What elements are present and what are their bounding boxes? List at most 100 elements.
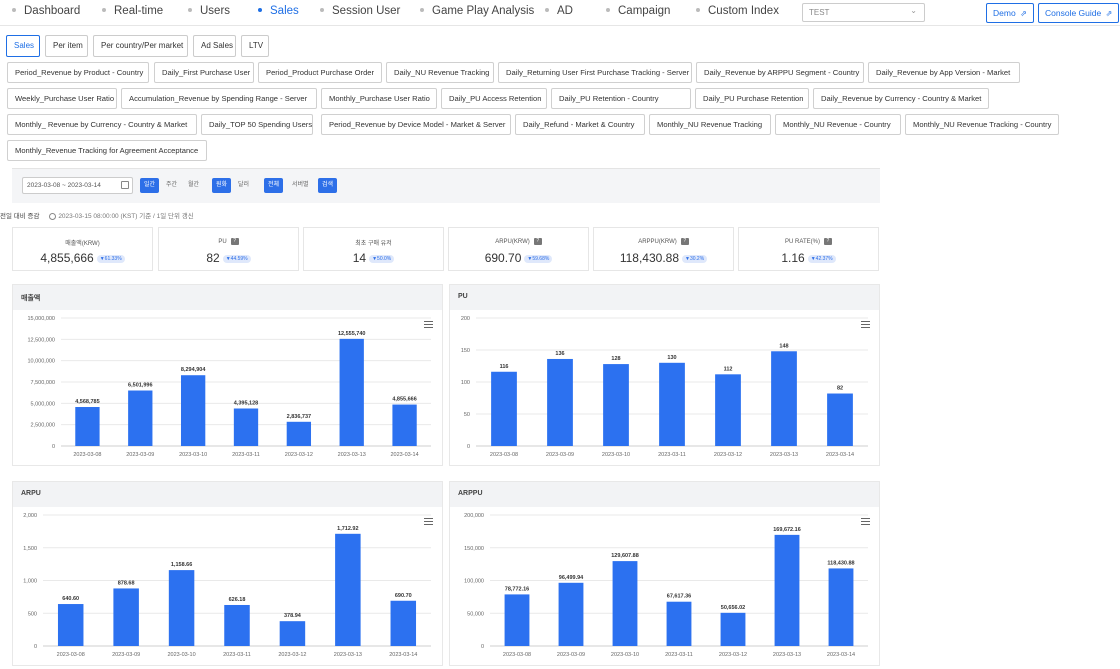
kpi-value-text: 690.70 bbox=[484, 251, 522, 265]
filter-period-button[interactable]: 주간 bbox=[162, 178, 181, 193]
nav-item-game-play-analysis[interactable]: Game Play Analysis bbox=[420, 5, 534, 17]
nav-item-real-time[interactable]: Real-time bbox=[102, 5, 163, 17]
kpi-label-text: ARPU(KRW) bbox=[495, 239, 530, 246]
kpi-value-text: 118,430.88 bbox=[619, 251, 680, 265]
y-tick-label: 1,500 bbox=[23, 546, 37, 552]
nav-item-label: Custom Index bbox=[708, 5, 779, 17]
bar bbox=[491, 371, 517, 446]
nav-item-sales[interactable]: Sales bbox=[258, 5, 299, 17]
report-button[interactable]: Daily_Refund - Market & Country bbox=[515, 114, 645, 135]
y-tick-label: 100,000 bbox=[464, 579, 484, 585]
bar-value-label: 50,656.02 bbox=[721, 605, 745, 611]
report-button[interactable]: Daily_PU Purchase Retention bbox=[695, 88, 809, 109]
kpi-card: 최초 구매 유저 14 ▼50.0% bbox=[303, 227, 444, 271]
chart-title: PU bbox=[450, 285, 879, 310]
report-button[interactable]: Monthly_Revenue Tracking for Agreement A… bbox=[7, 140, 207, 161]
report-button[interactable]: Weekly_Purchase User Ratio bbox=[7, 88, 117, 109]
tab-sales[interactable]: Sales bbox=[6, 35, 40, 57]
bar-value-label: 1,158.66 bbox=[171, 562, 192, 568]
report-button[interactable]: Accumulation_Revenue by Spending Range -… bbox=[121, 88, 317, 109]
bar-value-label: 118,430.88 bbox=[827, 560, 854, 566]
report-button[interactable]: Period_Product Purchase Order bbox=[258, 62, 382, 83]
kpi-value-text: 82 bbox=[206, 251, 220, 265]
bar bbox=[390, 600, 417, 646]
game-select[interactable]: TEST ⌄ bbox=[802, 3, 925, 22]
chart-card-매출액: 매출액 0 2,500,000 5,000,000 7,500,000 10,000,00… bbox=[12, 284, 443, 466]
bar-value-label: 148 bbox=[779, 343, 788, 349]
bar-value-label: 378.94 bbox=[284, 613, 302, 619]
help-icon[interactable]: ? bbox=[533, 238, 542, 245]
bar-value-label: 82 bbox=[837, 386, 843, 392]
bar-value-label: 4,568,785 bbox=[75, 399, 99, 405]
report-button[interactable]: Period_Revenue by Device Model - Market … bbox=[321, 114, 511, 135]
y-tick-label: 0 bbox=[467, 444, 470, 450]
bar-chart: 0 500 1,000 1,500 2,000 640.60 2023-03-08 878.6… bbox=[23, 513, 431, 658]
tab-per-country-per-market[interactable]: Per country/Per market bbox=[93, 35, 188, 57]
filter-period-button[interactable]: 월간 bbox=[184, 178, 203, 193]
nav-item-users[interactable]: Users bbox=[188, 5, 230, 17]
nav-item-label: Sales bbox=[270, 5, 299, 17]
console-guide-button[interactable]: Console Guide ⇗ bbox=[1038, 3, 1120, 23]
nav-item-dashboard[interactable]: Dashboard bbox=[12, 5, 80, 17]
y-tick-label: 0 bbox=[481, 644, 484, 650]
report-button[interactable]: Daily_NU Revenue Tracking bbox=[386, 62, 494, 83]
bar-value-label: 640.60 bbox=[62, 596, 79, 602]
help-icon[interactable]: ? bbox=[823, 238, 832, 245]
report-button[interactable]: Daily_PU Access Retention bbox=[441, 88, 547, 109]
kpi-label-text: 매출액(KRW) bbox=[65, 241, 100, 247]
nav-item-custom-index[interactable]: Custom Index bbox=[696, 5, 779, 17]
report-button[interactable]: Monthly_NU Revenue - Country bbox=[775, 114, 901, 135]
nav-item-campaign[interactable]: Campaign bbox=[606, 5, 670, 17]
bullet-icon bbox=[420, 7, 424, 12]
bar-value-label: 6,501,996 bbox=[128, 383, 152, 389]
y-tick-label: 150,000 bbox=[464, 546, 484, 552]
filter-bar: 2023-03-08 ~ 2023-03-14 일간 주간 월간 원화 달러 전체 서버별 검… bbox=[12, 168, 880, 203]
calendar-icon[interactable] bbox=[121, 181, 129, 189]
nav-item-session-user[interactable]: Session User bbox=[320, 5, 400, 17]
chevron-down-icon: ⌄ bbox=[910, 6, 917, 15]
filter-currency-button[interactable]: 원화 bbox=[212, 178, 232, 193]
bar-value-label: 128 bbox=[611, 356, 620, 362]
report-button[interactable]: Monthly_ Revenue by Currency - Country &… bbox=[7, 114, 197, 135]
bar-value-label: 4,395,128 bbox=[234, 400, 258, 406]
x-tick-label: 2023-03-13 bbox=[338, 452, 366, 458]
report-button[interactable]: Daily_PU Retention - Country bbox=[551, 88, 691, 109]
y-tick-label: 0 bbox=[34, 644, 37, 650]
report-button[interactable]: Daily_Returning User First Purchase Trac… bbox=[498, 62, 692, 83]
report-button[interactable]: Daily_Revenue by Currency - Country & Ma… bbox=[813, 88, 989, 109]
bar bbox=[233, 408, 259, 446]
help-icon[interactable]: ? bbox=[680, 238, 689, 245]
report-button[interactable]: Monthly_NU Revenue Tracking bbox=[649, 114, 771, 135]
kpi-value-text: 14 bbox=[352, 251, 367, 265]
tab-per-item[interactable]: Per item bbox=[45, 35, 88, 57]
bar-value-label: 130 bbox=[667, 355, 676, 361]
search-button[interactable]: 검색 bbox=[318, 178, 338, 193]
report-button[interactable]: Period_Revenue by Product - Country bbox=[7, 62, 149, 83]
filter-period-button[interactable]: 일간 bbox=[140, 178, 160, 193]
nav-item-ad[interactable]: AD bbox=[545, 5, 573, 17]
bar bbox=[279, 621, 306, 646]
bar-value-label: 112 bbox=[724, 366, 733, 372]
report-button[interactable]: Daily_First Purchase User bbox=[154, 62, 254, 83]
report-button[interactable]: Daily_Revenue by ARPPU Segment - Country bbox=[696, 62, 864, 83]
date-range-input[interactable]: 2023-03-08 ~ 2023-03-14 bbox=[22, 177, 133, 194]
demo-button[interactable]: Demo ⇗ bbox=[986, 3, 1034, 23]
report-button[interactable]: Daily_TOP 50 Spending Users bbox=[201, 114, 313, 135]
kpi-value: 4,855,666 ▼61.33% bbox=[13, 251, 152, 265]
bullet-icon bbox=[12, 7, 16, 12]
tab-ltv[interactable]: LTV bbox=[241, 35, 269, 57]
bar bbox=[603, 364, 629, 446]
x-tick-label: 2023-03-08 bbox=[73, 452, 101, 458]
external-link-icon: ⇗ bbox=[1105, 9, 1113, 18]
report-button[interactable]: Monthly_NU Revenue Tracking - Country bbox=[905, 114, 1059, 135]
filter-scope-button[interactable]: 서버별 bbox=[288, 178, 313, 193]
filter-currency-button[interactable]: 달러 bbox=[234, 178, 253, 193]
report-button[interactable]: Monthly_Purchase User Ratio bbox=[321, 88, 437, 109]
tab-ad-sales[interactable]: Ad Sales bbox=[193, 35, 236, 57]
kpi-value: 118,430.88 ▼30.2% bbox=[594, 251, 733, 265]
nav-item-label: Session User bbox=[332, 5, 401, 17]
report-button[interactable]: Daily_Revenue by App Version - Market bbox=[868, 62, 1020, 83]
bar-chart: 0 2,500,000 5,000,000 7,500,000 10,000,000 12… bbox=[27, 316, 431, 458]
filter-scope-button[interactable]: 전체 bbox=[264, 178, 284, 193]
help-icon[interactable]: ? bbox=[230, 238, 239, 245]
